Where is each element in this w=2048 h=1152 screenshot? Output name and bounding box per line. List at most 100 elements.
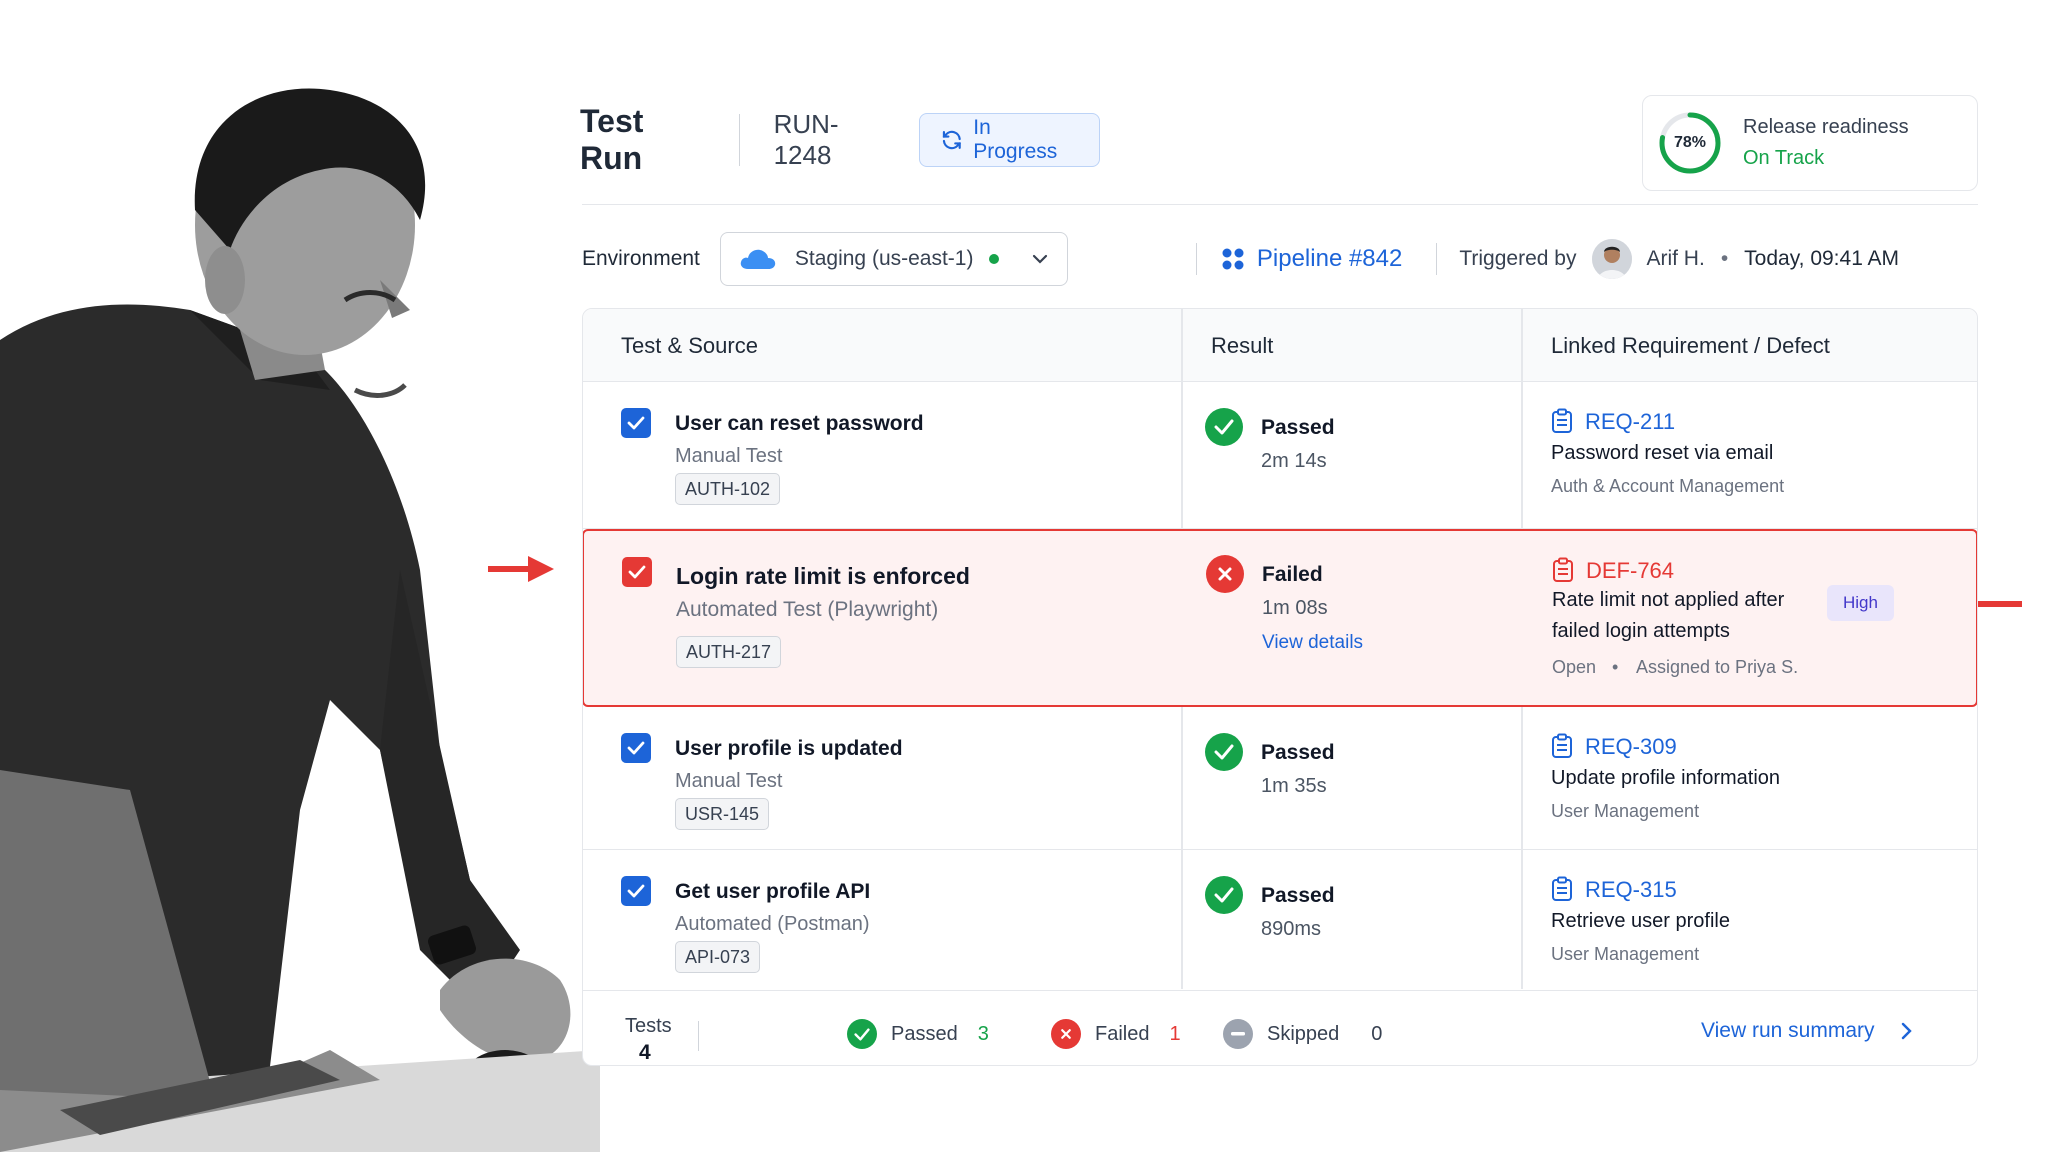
x-circle-icon: [1051, 1019, 1081, 1049]
table-row[interactable]: User can reset password Manual Test AUTH…: [583, 382, 1977, 529]
person-photo: [0, 50, 600, 1152]
check-circle-icon: [847, 1019, 877, 1049]
skipped-summary[interactable]: Skipped 0: [1223, 1019, 1382, 1049]
test-type: Manual Test: [675, 770, 783, 792]
failed-summary[interactable]: Failed 1: [1051, 1019, 1181, 1049]
passed-label: Passed: [891, 1022, 958, 1045]
environment-value: Staging (us-east-1): [794, 247, 974, 270]
checkbox-checked[interactable]: [621, 876, 651, 906]
environment-label: Environment: [582, 247, 700, 270]
readiness-status: On Track: [1743, 147, 1825, 169]
column-header-result: Result: [1211, 332, 1274, 358]
result-status: Passed: [1261, 884, 1335, 907]
cloud-icon: [740, 249, 776, 269]
requirement-title: Password reset via email: [1551, 442, 1774, 464]
pipeline-icon: [1222, 248, 1244, 270]
avatar[interactable]: [1592, 239, 1633, 279]
test-id-tag[interactable]: AUTH-102: [675, 473, 781, 505]
passed-summary[interactable]: Passed 3: [847, 1019, 989, 1049]
failed-label: Failed: [1095, 1022, 1150, 1045]
result-status: Failed: [1262, 563, 1323, 586]
status-label: In Progress: [973, 116, 1058, 163]
triggered-by-user[interactable]: Arif H.: [1646, 247, 1704, 271]
run-header: Test Run RUN-1248 In Progress: [580, 103, 1100, 176]
chevron-down-icon: [1032, 254, 1047, 264]
test-name[interactable]: User can reset password: [675, 412, 924, 436]
skipped-label: Skipped: [1267, 1022, 1340, 1045]
result-duration: 890ms: [1261, 918, 1322, 940]
failed-count: 1: [1169, 1022, 1181, 1045]
divider: [1436, 243, 1438, 275]
checkbox-checked[interactable]: [621, 408, 651, 438]
separator-dot: •: [1720, 247, 1729, 270]
environment-health-dot: [989, 254, 1000, 264]
skipped-count: 0: [1371, 1022, 1383, 1045]
check-circle-icon: [1205, 733, 1243, 771]
readiness-label: Release readiness: [1743, 116, 1909, 138]
tests-label: Tests: [625, 1015, 672, 1037]
requirement-title: Retrieve user profile: [1551, 910, 1730, 932]
divider: [738, 114, 740, 166]
result-duration: 2m 14s: [1261, 450, 1327, 472]
result-duration: 1m 35s: [1261, 775, 1327, 797]
release-readiness-card[interactable]: 78% Release readiness On Track: [1642, 95, 1978, 191]
check-circle-icon: [1205, 408, 1243, 446]
result-duration: 1m 08s: [1262, 597, 1328, 619]
pipeline-link[interactable]: Pipeline #842: [1221, 245, 1402, 273]
checkbox-checked[interactable]: [622, 557, 652, 587]
triggered-by-label: Triggered by: [1459, 247, 1577, 270]
requirement-area: Auth & Account Management: [1551, 476, 1785, 496]
requirement-link[interactable]: REQ-211: [1585, 409, 1675, 435]
divider: [1195, 243, 1197, 275]
requirement-link[interactable]: REQ-309: [1585, 734, 1677, 760]
run-meta-bar: Environment Staging (us-east-1) Pipeline…: [582, 232, 1982, 286]
defect-title-line1: Rate limit not applied after: [1552, 589, 1785, 611]
requirement-link[interactable]: REQ-315: [1585, 877, 1677, 903]
minus-circle-icon: [1223, 1019, 1253, 1049]
test-name[interactable]: Login rate limit is enforced: [676, 563, 970, 590]
table-row[interactable]: User profile is updated Manual Test USR-…: [583, 707, 1977, 850]
test-results-table: Test & Source Result Linked Requirement …: [582, 308, 1978, 1066]
test-id-tag[interactable]: USR-145: [675, 798, 770, 830]
clipboard-icon: [1552, 733, 1572, 758]
x-circle-icon: [1206, 555, 1244, 593]
clipboard-icon: [1552, 408, 1572, 433]
test-id-tag[interactable]: AUTH-217: [676, 636, 782, 668]
table-header: Test & Source Result Linked Requirement …: [583, 309, 1977, 382]
run-id: RUN-1248: [773, 109, 839, 170]
readiness-percent: 78%: [1673, 134, 1707, 151]
test-type: Automated Test (Playwright): [676, 598, 939, 621]
test-name[interactable]: Get user profile API: [675, 880, 870, 904]
separator-dot: •: [1612, 657, 1619, 677]
test-type: Manual Test: [675, 445, 783, 467]
status-badge[interactable]: In Progress: [918, 113, 1100, 167]
divider: [698, 1021, 699, 1051]
checkbox-checked[interactable]: [621, 733, 651, 763]
refresh-icon: [942, 130, 961, 150]
test-id-tag[interactable]: API-073: [675, 941, 761, 973]
severity-badge: High: [1827, 585, 1894, 621]
passed-count: 3: [977, 1022, 989, 1045]
requirement-area: User Management: [1551, 944, 1700, 964]
triggered-time: Today, 09:41 AM: [1744, 247, 1900, 270]
environment-select[interactable]: Staging (us-east-1): [719, 232, 1068, 286]
view-run-summary-link[interactable]: View run summary: [1701, 1019, 1913, 1043]
requirement-area: User Management: [1551, 801, 1700, 821]
defect-title-line2: failed login attempts: [1552, 620, 1730, 642]
defect-assignee: Assigned to Priya S.: [1636, 657, 1799, 677]
view-run-summary-label: View run summary: [1701, 1019, 1875, 1042]
requirement-title: Update profile information: [1551, 767, 1781, 789]
tests-count: 4: [639, 1041, 651, 1064]
defect-status: Open: [1552, 657, 1597, 677]
table-footer: Tests 4 Passed 3 Failed 1 Skipped 0 View…: [583, 991, 1977, 1065]
test-type: Automated (Postman): [675, 913, 870, 935]
pipeline-label: Pipeline #842: [1256, 245, 1403, 272]
test-name[interactable]: User profile is updated: [675, 737, 903, 761]
check-circle-icon: [1205, 876, 1243, 914]
defect-link[interactable]: DEF-764: [1586, 558, 1674, 584]
table-row-failed[interactable]: Login rate limit is enforced Automated T…: [583, 529, 1977, 707]
view-details-link[interactable]: View details: [1262, 632, 1363, 654]
result-status: Passed: [1261, 416, 1335, 439]
table-row[interactable]: Get user profile API Automated (Postman)…: [583, 850, 1977, 991]
header-divider: [582, 204, 1978, 205]
